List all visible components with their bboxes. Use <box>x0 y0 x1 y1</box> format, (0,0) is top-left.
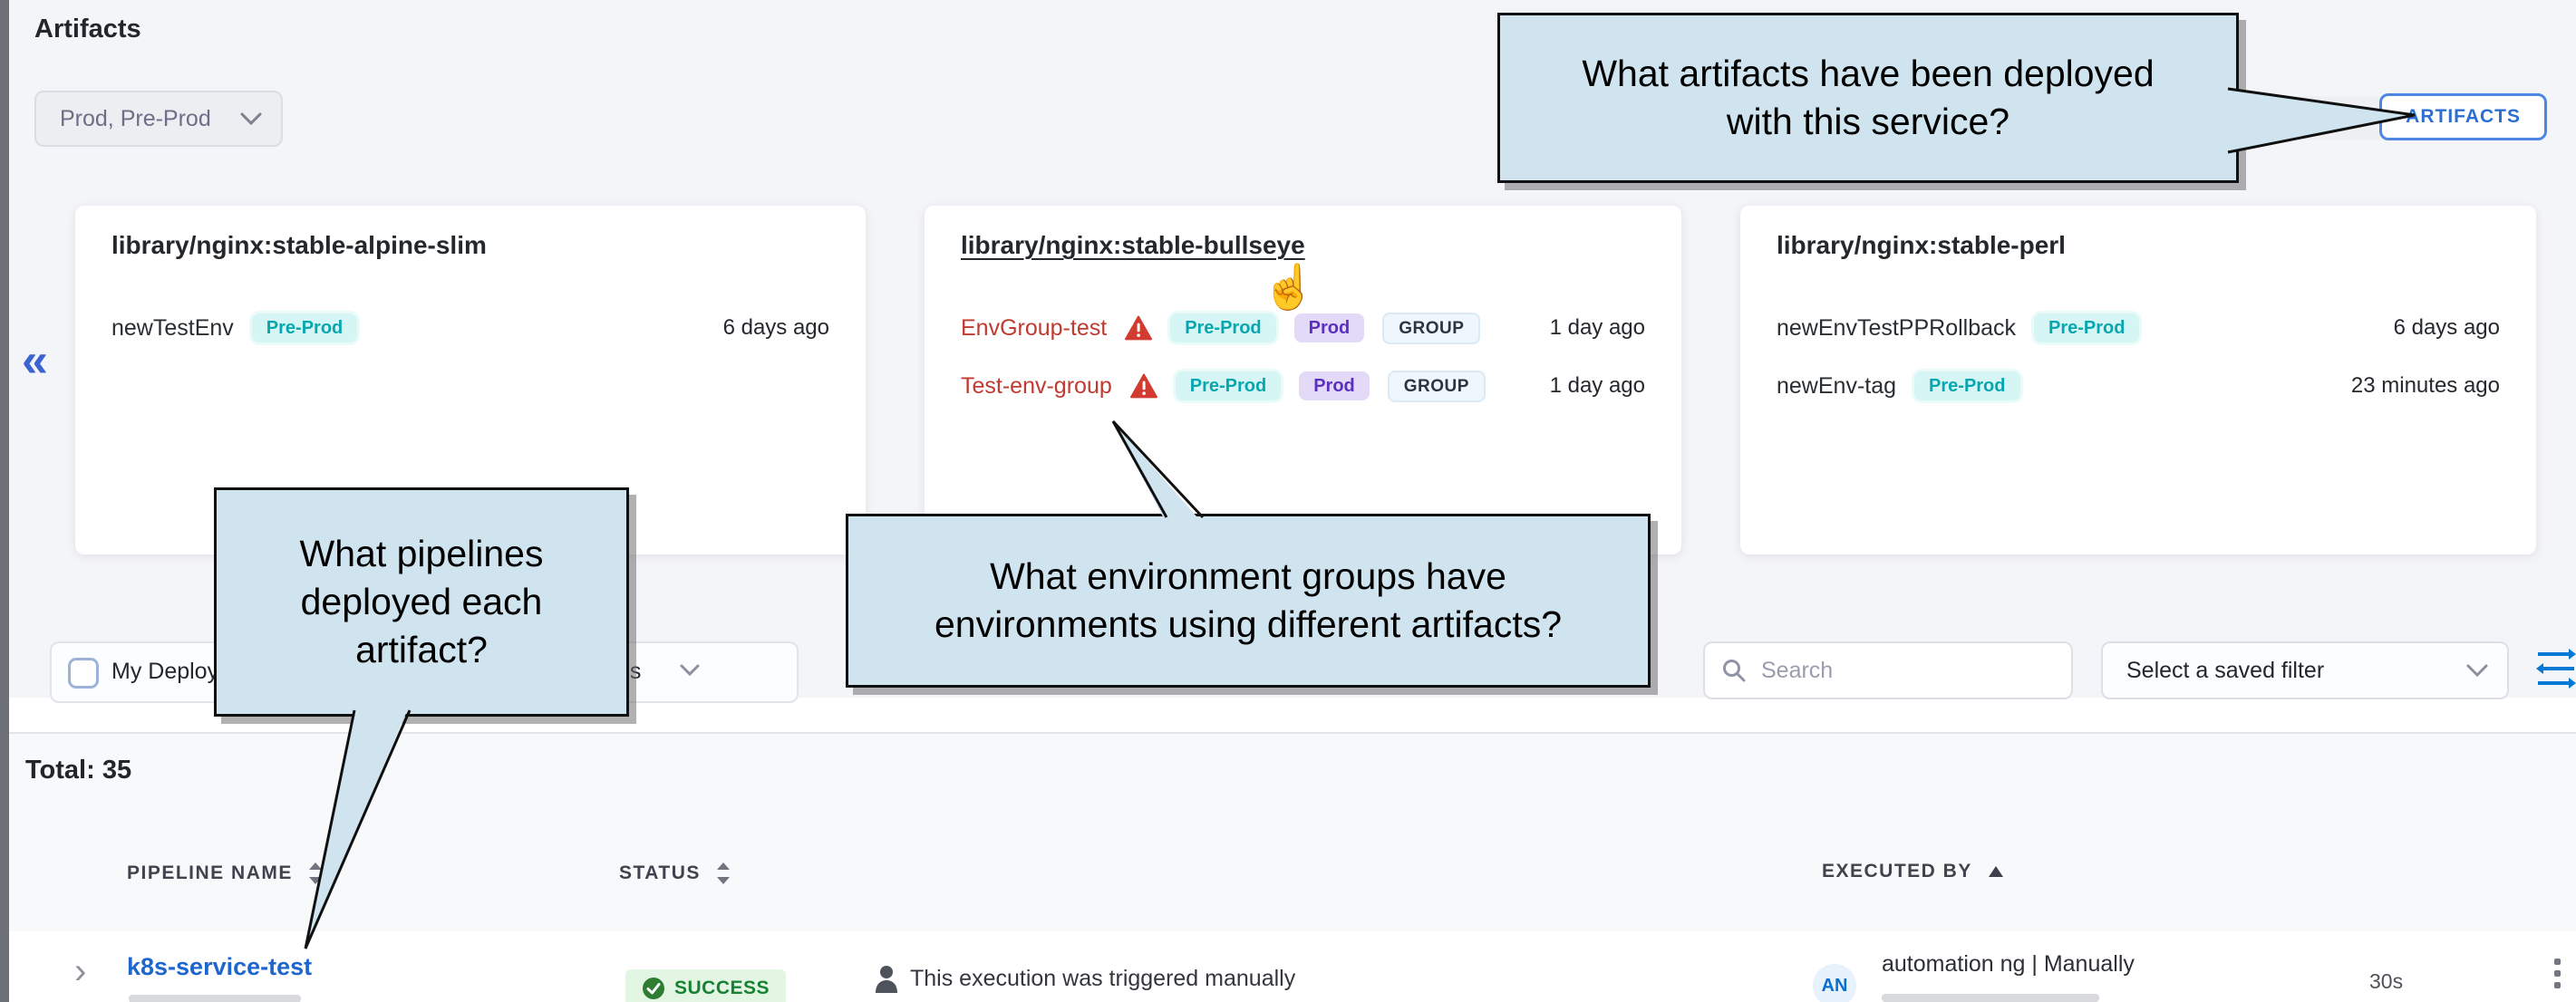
artifact-title-link[interactable]: library/nginx:stable-perl <box>1777 231 2066 260</box>
status-badge: SUCCESS <box>625 969 786 1002</box>
badge-pre-prod: Pre-Prod <box>2034 313 2139 342</box>
env-name[interactable]: newEnv-tag <box>1777 373 1896 400</box>
env-name[interactable]: newTestEnv <box>111 315 234 342</box>
clipped-text-line <box>1882 994 2099 1002</box>
badge-group: GROUP <box>1388 371 1486 402</box>
filter-sliders-icon[interactable] <box>2534 645 2576 692</box>
check-circle-icon <box>642 977 665 1000</box>
badge-pre-prod: Pre-Prod <box>1914 371 2019 400</box>
column-header-label: PIPELINE NAME <box>127 862 293 884</box>
warning-icon <box>1125 315 1152 341</box>
callout-text: artifact? <box>355 626 488 674</box>
badge-pre-prod: Pre-Prod <box>1176 371 1281 400</box>
callout-text: What artifacts have been deployed <box>1582 50 2154 98</box>
chevron-down-icon <box>239 111 263 126</box>
artifact-title-link[interactable]: library/nginx:stable-bullseye <box>961 231 1305 260</box>
expand-row-chevron[interactable]: › <box>74 951 86 992</box>
chevron-down-icon <box>2465 663 2489 678</box>
badge-prod: Prod <box>1294 313 1365 342</box>
column-header-status[interactable]: STATUS <box>619 861 731 886</box>
trigger-text: This execution was triggered manually <box>910 966 1295 992</box>
window-left-edge <box>0 0 9 1002</box>
badge-pre-prod: Pre-Prod <box>252 313 357 342</box>
my-deployments-checkbox[interactable] <box>68 658 99 689</box>
callout-pipelines-question: What pipelines deployed each artifact? <box>214 487 629 717</box>
search-icon <box>1721 658 1747 683</box>
tab-environments[interactable]: ENVIRONMENTS <box>2235 107 2399 129</box>
column-header-pipeline-name[interactable]: PIPELINE NAME <box>127 861 324 886</box>
sort-icon <box>307 861 324 886</box>
callout-artifacts-question: What artifacts have been deployed with t… <box>1497 13 2239 183</box>
env-type-filter-value: Prod, Pre-Prod <box>60 106 211 132</box>
chevron-down-icon <box>679 663 701 677</box>
env-type-filter-dropdown[interactable]: Prod, Pre-Prod <box>34 91 283 147</box>
status-label: SUCCESS <box>674 978 770 999</box>
executed-by-text: automation ng | Manually <box>1882 951 2135 978</box>
sort-asc-icon <box>1987 864 2005 879</box>
avatar[interactable]: AN <box>1813 964 1856 1002</box>
pipeline-link[interactable]: k8s-service-test <box>127 953 312 981</box>
search-box <box>1703 641 2073 699</box>
deployments-section-background <box>0 734 2576 931</box>
total-count: Total: 35 <box>25 756 131 785</box>
deploy-time: 6 days ago <box>2394 315 2500 341</box>
callout-env-groups-question: What environment groups have environment… <box>846 514 1651 688</box>
callout-text: deployed each <box>301 578 543 626</box>
collapse-panel-icon[interactable]: « <box>22 333 48 388</box>
badge-pre-prod: Pre-Prod <box>1170 313 1275 342</box>
artifact-title-link[interactable]: library/nginx:stable-alpine-slim <box>111 231 487 260</box>
cursor-hand-icon: ☝ <box>1262 261 1316 313</box>
env-name[interactable]: newEnvTestPPRollback <box>1777 315 2016 342</box>
artifact-card: library/nginx:stable-perl newEnvTestPPRo… <box>1740 206 2536 554</box>
tab-artifacts[interactable]: ARTIFACTS <box>2379 93 2547 140</box>
env-row: EnvGroup-test Pre-Prod Prod GROUP 1 day … <box>961 307 1645 349</box>
sort-icon <box>715 861 731 886</box>
callout-text: What pipelines <box>300 530 544 578</box>
artifact-card: library/nginx:stable-bullseye EnvGroup-t… <box>925 206 1681 554</box>
deploy-time: 1 day ago <box>1550 373 1645 399</box>
search-input[interactable] <box>1759 657 2035 685</box>
env-row: newTestEnv Pre-Prod 6 days ago <box>111 307 829 349</box>
badge-group: GROUP <box>1382 313 1480 344</box>
kebab-menu-icon[interactable] <box>2554 959 2561 988</box>
duration-text: 30s <box>2369 969 2403 994</box>
column-header-label: EXECUTED BY <box>1822 861 1972 882</box>
callout-text: environments using different artifacts? <box>935 601 1562 649</box>
column-header-executed-by[interactable]: EXECUTED BY <box>1822 861 2005 882</box>
artifacts-screen: Artifacts Prod, Pre-Prod « library/nginx… <box>0 0 2576 1002</box>
env-row: newEnvTestPPRollback Pre-Prod 6 days ago <box>1777 307 2500 349</box>
deploy-time: 6 days ago <box>723 315 829 341</box>
deploy-time: 1 day ago <box>1550 315 1645 341</box>
badge-prod: Prod <box>1299 371 1370 400</box>
person-icon <box>872 964 901 995</box>
page-title: Artifacts <box>34 14 141 44</box>
deploy-time: 23 minutes ago <box>2351 373 2500 399</box>
callout-text: with this service? <box>1727 98 2009 146</box>
env-group-name[interactable]: EnvGroup-test <box>961 315 1107 342</box>
clipped-text-line <box>129 995 301 1002</box>
column-header-label: STATUS <box>619 862 701 884</box>
env-group-name[interactable]: Test-env-group <box>961 373 1112 400</box>
saved-filter-dropdown[interactable]: Select a saved filter <box>2101 641 2509 699</box>
env-row: newEnv-tag Pre-Prod 23 minutes ago <box>1777 365 2500 407</box>
env-row: Test-env-group Pre-Prod Prod GROUP 1 day… <box>961 365 1645 407</box>
saved-filter-label: Select a saved filter <box>2126 658 2324 684</box>
callout-text: What environment groups have <box>990 553 1506 601</box>
warning-icon <box>1130 373 1157 399</box>
